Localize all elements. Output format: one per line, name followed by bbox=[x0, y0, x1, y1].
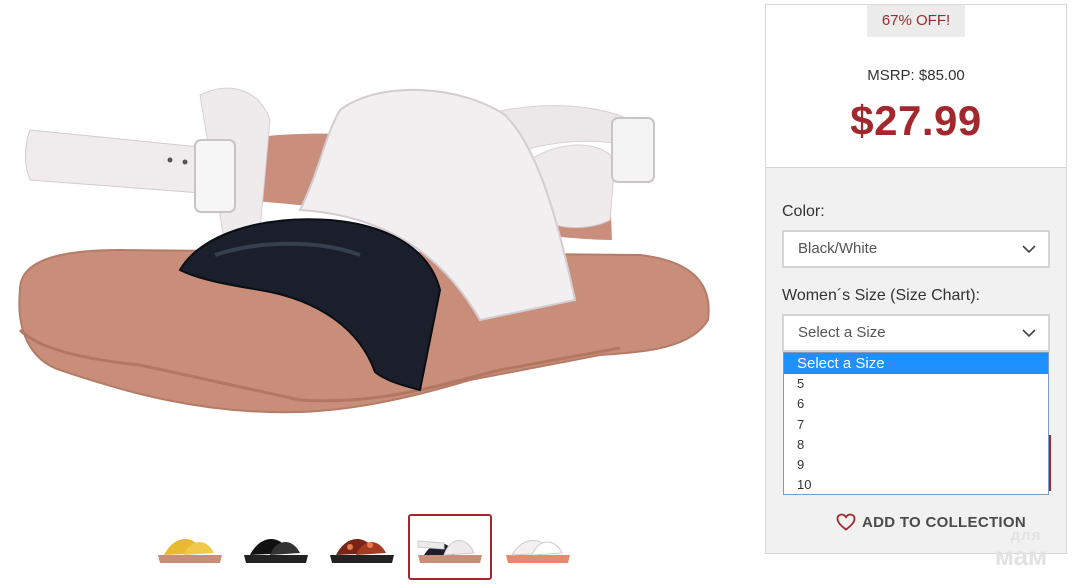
size-option[interactable]: Select a Size bbox=[784, 353, 1048, 374]
size-select[interactable]: Select a Size bbox=[782, 314, 1050, 352]
watermark-logo: для мам bbox=[976, 528, 1066, 582]
black-sandal-thumbnail bbox=[244, 538, 308, 563]
white-black-sandal-image bbox=[18, 87, 710, 414]
size-option[interactable]: 5 bbox=[784, 374, 1048, 394]
size-option[interactable]: 6 bbox=[784, 394, 1048, 414]
size-option[interactable]: 10 bbox=[784, 475, 1048, 495]
msrp-price: MSRP: $85.00 bbox=[867, 67, 965, 84]
size-label: Women´s Size (Size Chart): bbox=[782, 287, 980, 304]
thumbnail-black-white[interactable] bbox=[408, 514, 492, 580]
size-option[interactable]: 8 bbox=[784, 435, 1048, 455]
product-main-image bbox=[0, 0, 720, 500]
thumbnail-black[interactable] bbox=[236, 516, 316, 578]
chevron-down-icon bbox=[1022, 245, 1036, 254]
size-dropdown-list: Select a Size 5 6 7 8 9 10 bbox=[783, 352, 1049, 495]
color-select-value: Black/White bbox=[798, 240, 878, 257]
color-label: Color: bbox=[782, 203, 825, 220]
sale-price: $27.99 bbox=[850, 97, 982, 144]
tortoise-sandal-thumbnail bbox=[330, 538, 394, 563]
thumbnail-white[interactable] bbox=[498, 516, 578, 578]
size-option[interactable]: 7 bbox=[784, 415, 1048, 435]
chevron-down-icon bbox=[1022, 329, 1036, 338]
thumbnail-yellow[interactable] bbox=[150, 516, 230, 578]
discount-badge: 67% OFF! bbox=[867, 5, 965, 37]
watermark-line2: мам bbox=[994, 541, 1048, 571]
white-sandal-thumbnail bbox=[506, 540, 570, 563]
color-select[interactable]: Black/White bbox=[782, 230, 1050, 268]
price-box: 67% OFF! MSRP: $85.00 $27.99 bbox=[766, 5, 1066, 168]
size-option[interactable]: 9 bbox=[784, 455, 1048, 475]
thumbnail-strip bbox=[150, 514, 578, 582]
black-white-sandal-thumbnail bbox=[417, 540, 482, 563]
heart-icon bbox=[836, 513, 856, 531]
purchase-panel: 67% OFF! MSRP: $85.00 $27.99 Color: Blac… bbox=[765, 4, 1067, 554]
size-select-value: Select a Size bbox=[798, 324, 886, 341]
thumbnail-tortoise[interactable] bbox=[322, 516, 402, 578]
yellow-sandal-thumbnail bbox=[158, 538, 222, 563]
